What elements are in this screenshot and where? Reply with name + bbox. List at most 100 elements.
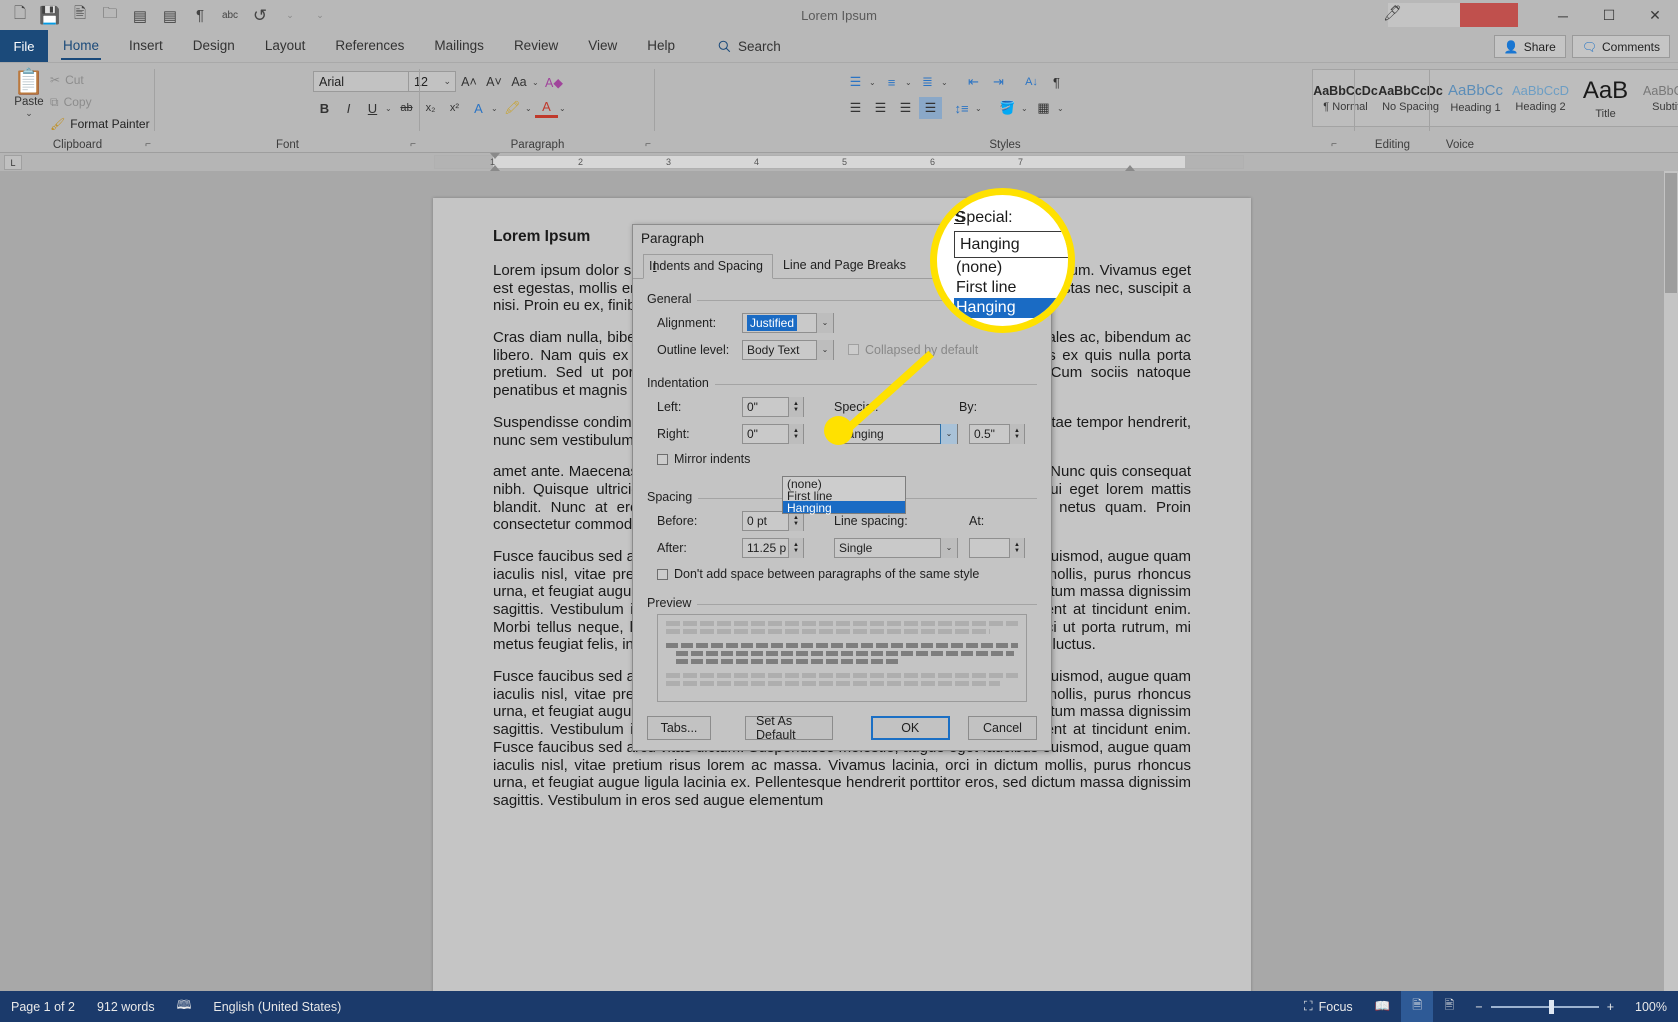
word-count[interactable]: 912 words bbox=[86, 991, 166, 1022]
paragraph-dialog-launcher[interactable]: ⌐ bbox=[645, 139, 651, 150]
chevron-down-icon[interactable]: ⌄ bbox=[385, 104, 394, 113]
comments-button[interactable]: 🗨 Comments bbox=[1571, 35, 1670, 58]
at-spinner[interactable]: ▲ ▼ bbox=[969, 537, 1025, 558]
underline-icon[interactable]: U bbox=[361, 97, 384, 119]
tab-layout[interactable]: Layout bbox=[250, 30, 321, 62]
special-dropdown-list[interactable]: (none) First line Hanging bbox=[782, 476, 906, 514]
autosave-icon[interactable]: 🖹 bbox=[66, 3, 94, 28]
mirror-indents-checkbox-row[interactable]: Mirror indents bbox=[657, 452, 750, 466]
print-layout-button[interactable]: 🗎 bbox=[1401, 991, 1434, 1022]
outline-level-combo[interactable]: Body Text ⌄ bbox=[742, 339, 834, 360]
redo-icon[interactable]: ⌄ bbox=[276, 3, 304, 28]
undo-icon[interactable]: ↺ bbox=[246, 3, 274, 28]
ruler-right-margin bbox=[1185, 156, 1243, 168]
new-doc-icon[interactable]: 🗋 bbox=[6, 3, 34, 28]
style-title[interactable]: AaB Title bbox=[1573, 70, 1638, 126]
ink-pen-icon[interactable]: 🖊 bbox=[1383, 4, 1402, 22]
right-indent-spinner[interactable]: 0" ▲ ▼ bbox=[742, 423, 804, 444]
minimize-button[interactable]: ─ bbox=[1540, 0, 1586, 31]
paste-button[interactable]: 📋 Paste ⌄ bbox=[8, 68, 50, 119]
spinner-arrows[interactable]: ▲ ▼ bbox=[788, 537, 803, 558]
focus-mode-button[interactable]: ⛶ Focus bbox=[1293, 991, 1364, 1022]
tab-view[interactable]: View bbox=[573, 30, 632, 62]
spinner-arrows[interactable]: ▲ ▼ bbox=[788, 423, 803, 444]
format-painter-button[interactable]: 🖌 Format Painter bbox=[50, 113, 150, 135]
special-option-hanging[interactable]: Hanging bbox=[783, 501, 905, 514]
outline-level-value: Body Text bbox=[747, 342, 800, 357]
tab-references[interactable]: References bbox=[320, 30, 419, 62]
paste-dropdown-icon[interactable]: ⌄ bbox=[8, 108, 50, 119]
zoom-knob[interactable] bbox=[1548, 999, 1554, 1014]
cancel-button[interactable]: Cancel bbox=[967, 716, 1037, 740]
language-indicator[interactable]: English (United States) bbox=[202, 991, 352, 1022]
tab-mailings[interactable]: Mailings bbox=[419, 30, 499, 62]
zoom-in-button[interactable]: + bbox=[1599, 1000, 1614, 1014]
scrollbar-thumb[interactable] bbox=[1665, 173, 1677, 293]
tab-indents-and-spacing[interactable]: IIndents and Spacing bbox=[643, 254, 773, 279]
special-option-first-line[interactable]: First line bbox=[783, 489, 905, 502]
copy-button[interactable]: ⧉ Copy bbox=[50, 91, 150, 113]
special-option-none[interactable]: (none) bbox=[783, 477, 905, 490]
tab-design[interactable]: Design bbox=[178, 30, 250, 62]
styles-dialog-launcher[interactable]: ⌐ bbox=[1331, 139, 1337, 150]
open-folder-icon[interactable]: 🗀 bbox=[96, 3, 124, 28]
dont-add-space-checkbox-row[interactable]: Don't add space between paragraphs of th… bbox=[657, 567, 979, 581]
after-spinner[interactable]: 11.25 p ▲ ▼ bbox=[742, 537, 804, 558]
first-line-indent-marker[interactable] bbox=[490, 153, 500, 159]
tab-review[interactable]: Review bbox=[499, 30, 573, 62]
collapsed-by-default-row[interactable]: Collapsed by default bbox=[848, 343, 978, 357]
tab-line-and-page-breaks[interactable]: Line and Page Breaks bbox=[773, 253, 916, 278]
ok-button[interactable]: OK bbox=[870, 716, 950, 740]
style-heading-2[interactable]: AaBbCcD Heading 2 bbox=[1508, 70, 1573, 126]
search-box[interactable]: Search bbox=[718, 30, 781, 62]
read-mode-button[interactable]: 📖 bbox=[1364, 991, 1402, 1022]
italic-icon[interactable]: I bbox=[337, 97, 360, 119]
customize-qat-icon[interactable]: ⌄ bbox=[306, 3, 334, 28]
font-name-combo[interactable]: Arial ⌄ bbox=[313, 71, 421, 92]
style-subtitle[interactable]: AaBbCcD Subtitle bbox=[1638, 70, 1678, 126]
dont-add-space-checkbox[interactable] bbox=[657, 568, 668, 580]
font-dialog-launcher[interactable]: ⌐ bbox=[410, 139, 416, 150]
chevron-down-icon[interactable]: ⌄ bbox=[940, 423, 957, 444]
spelling-icon[interactable]: abc bbox=[216, 3, 244, 28]
tab-stop-selector[interactable]: L bbox=[4, 155, 22, 170]
read-mode-icon[interactable]: ▤ bbox=[126, 3, 154, 28]
share-button[interactable]: 👤 Share bbox=[1493, 35, 1566, 58]
web-layout-button[interactable]: 🖹 bbox=[1433, 991, 1465, 1022]
spinner-arrows[interactable]: ▲ ▼ bbox=[788, 396, 803, 417]
maximize-button[interactable]: ☐ bbox=[1586, 0, 1632, 31]
tab-home[interactable]: Home bbox=[48, 30, 114, 62]
zoom-out-button[interactable]: − bbox=[1475, 1000, 1490, 1014]
tab-file[interactable]: File bbox=[0, 30, 48, 62]
horizontal-ruler[interactable]: 1 2 3 4 5 6 7 bbox=[434, 153, 1244, 171]
tab-help[interactable]: Help bbox=[632, 30, 690, 62]
by-spinner[interactable]: 0.5" ▲ ▼ bbox=[969, 423, 1025, 444]
mirror-indents-checkbox[interactable] bbox=[657, 453, 668, 465]
zoom-track[interactable] bbox=[1490, 999, 1599, 1014]
spinner-arrows[interactable]: ▲ ▼ bbox=[1009, 423, 1024, 444]
tab-insert[interactable]: Insert bbox=[114, 30, 178, 62]
save-icon[interactable]: 💾 bbox=[36, 3, 64, 28]
strikethrough-icon[interactable]: ab bbox=[395, 97, 418, 119]
line-spacing-combo[interactable]: Single ⌄ bbox=[834, 537, 958, 558]
clipboard-dialog-launcher[interactable]: ⌐ bbox=[145, 139, 151, 150]
set-as-default-button[interactable]: Set As Default bbox=[745, 714, 833, 742]
bold-icon[interactable]: B bbox=[313, 97, 336, 119]
collapsed-checkbox[interactable] bbox=[848, 344, 859, 355]
table-icon[interactable]: ▤ bbox=[156, 3, 184, 28]
chevron-down-icon[interactable]: ⌄ bbox=[816, 312, 833, 333]
tabs-button[interactable]: Tabs... bbox=[647, 716, 711, 740]
left-indent-spinner[interactable]: 0" ▲ ▼ bbox=[742, 396, 804, 417]
chevron-down-icon[interactable]: ⌄ bbox=[816, 339, 833, 360]
spinner-arrows[interactable]: ▲ ▼ bbox=[1009, 537, 1024, 558]
zoom-slider[interactable]: − + bbox=[1465, 999, 1624, 1014]
page-indicator[interactable]: Page 1 of 2 bbox=[0, 991, 86, 1022]
alignment-combo[interactable]: Justified ⌄ bbox=[742, 312, 834, 333]
cut-button[interactable]: ✂ Cut bbox=[50, 69, 150, 91]
proofing-icon[interactable]: 🕮 bbox=[166, 991, 203, 1022]
pilcrow-icon[interactable]: ¶ bbox=[186, 3, 214, 28]
vertical-scrollbar[interactable] bbox=[1664, 171, 1678, 991]
chevron-down-icon[interactable]: ⌄ bbox=[940, 537, 957, 558]
close-button[interactable]: ✕ bbox=[1632, 0, 1678, 31]
zoom-level[interactable]: 100% bbox=[1624, 991, 1678, 1022]
